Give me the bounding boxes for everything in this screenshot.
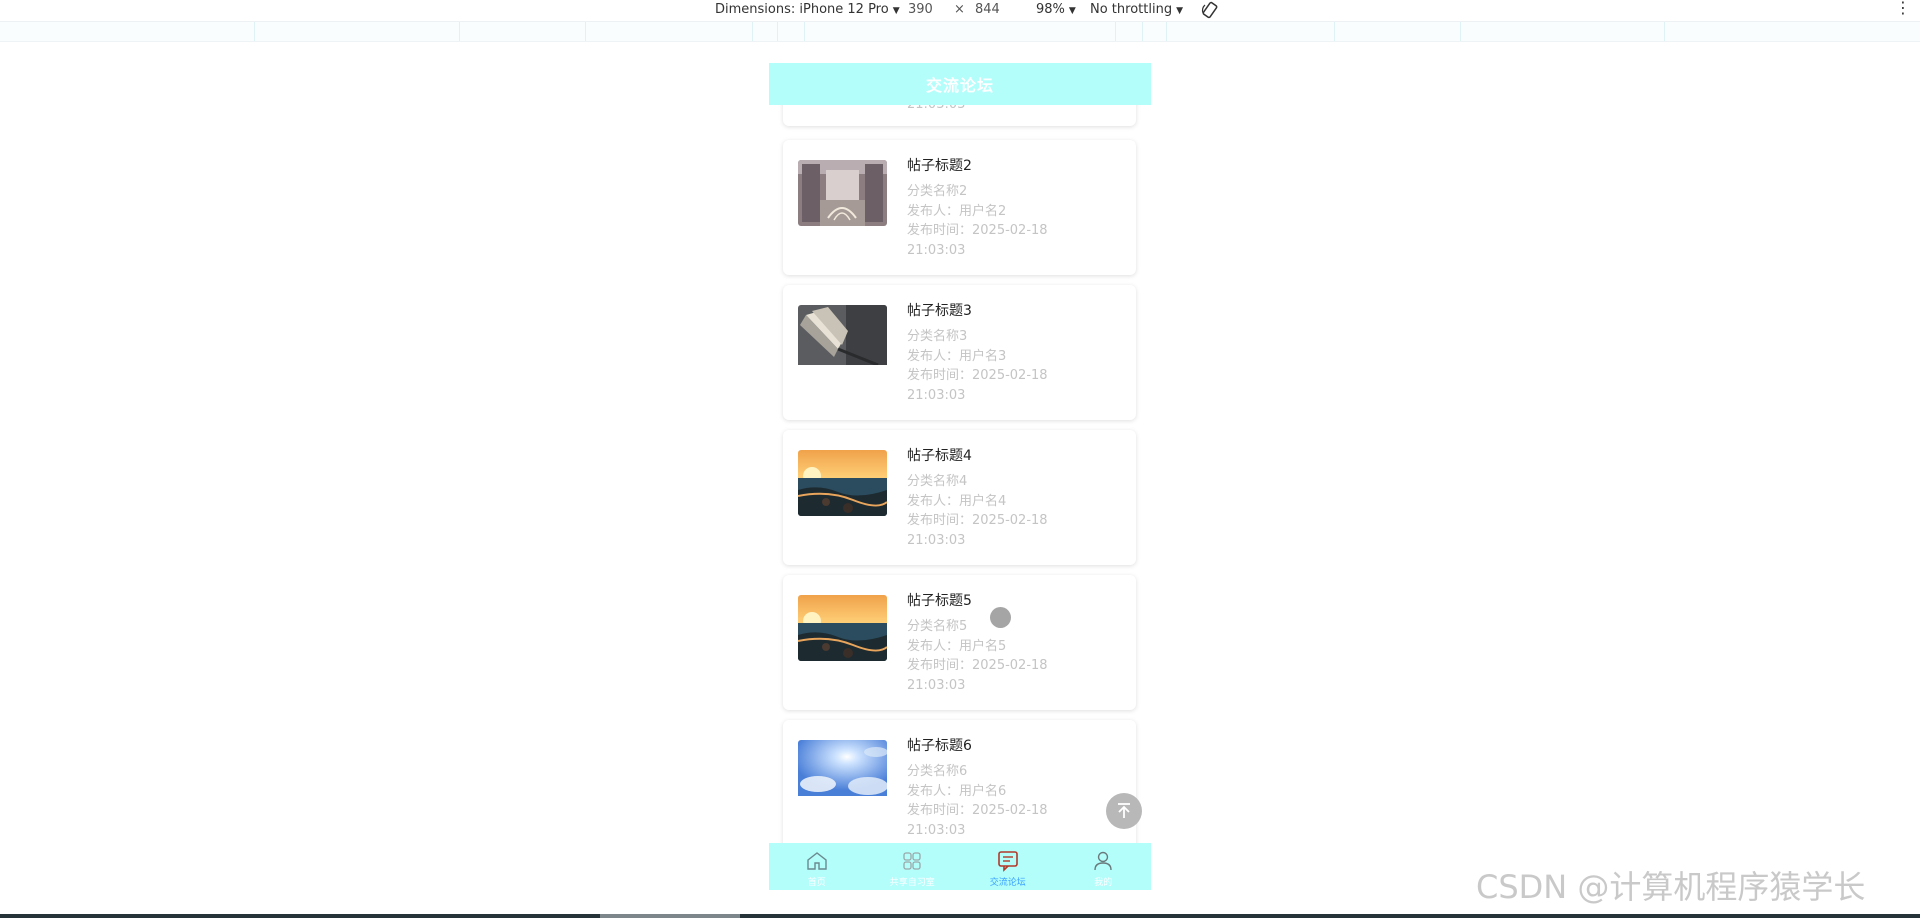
user-icon bbox=[1094, 851, 1112, 871]
zoom-label: 98% bbox=[1036, 2, 1065, 17]
tab-label: 我的 bbox=[1094, 878, 1113, 888]
home-icon bbox=[807, 852, 827, 870]
tab-profile[interactable]: 我的 bbox=[1056, 843, 1152, 890]
tab-label: 交流论坛 bbox=[989, 878, 1026, 888]
ruler-tick bbox=[585, 22, 586, 41]
post-category: 分类名称2 bbox=[907, 184, 968, 199]
touch-cursor-indicator bbox=[990, 607, 1011, 628]
post-title: 帖子标题6 bbox=[907, 738, 972, 754]
post-card[interactable]: 帖子标题5 分类名称5 发布人：用户名5 发布时间：2025-02-18 21:… bbox=[783, 575, 1136, 710]
ruler-tick bbox=[1334, 22, 1335, 41]
post-card[interactable]: 帖子标题4 分类名称4 发布人：用户名4 发布时间：2025-02-18 21:… bbox=[783, 430, 1136, 565]
post-publisher: 发布人：用户名5 bbox=[907, 638, 1007, 654]
ruler-tick bbox=[1166, 22, 1167, 41]
post-card[interactable]: 帖子标题2 分类名称2 发布人：用户名2 发布时间：2025-02-18 21:… bbox=[783, 140, 1136, 275]
tab-label: 首页 bbox=[807, 878, 826, 888]
times-symbol: × bbox=[954, 2, 965, 17]
ruler-tick bbox=[459, 22, 460, 41]
post-category: 分类名称4 bbox=[907, 474, 968, 489]
post-publisher: 发布人：用户名3 bbox=[907, 348, 1007, 364]
csdn-watermark: CSDN @计算机程序猿学长 bbox=[1476, 868, 1866, 906]
post-card[interactable]: 帖子标题6 分类名称6 发布人：用户名6 发布时间：2025-02-18 21:… bbox=[783, 720, 1136, 855]
post-thumbnail bbox=[798, 160, 887, 226]
ruler-tick bbox=[752, 22, 753, 41]
post-category: 分类名称5 bbox=[907, 619, 968, 634]
post-publisher: 发布人：用户名4 bbox=[907, 493, 1007, 509]
dimensions-select[interactable]: Dimensions: iPhone 12 Pro ▼ bbox=[715, 2, 900, 17]
ruler-tick bbox=[1460, 22, 1461, 41]
chat-icon bbox=[997, 851, 1018, 872]
post-time: 发布时间：2025-02-18 bbox=[907, 368, 1048, 384]
phone-viewport: 21:03:03 帖子标题2 分类名称2 发布人：用 bbox=[769, 63, 1151, 890]
post-card[interactable]: 帖子标题3 分类名称3 发布人：用户名3 发布时间：2025-02-18 21:… bbox=[783, 285, 1136, 420]
dimensions-caret-icon: ▼ bbox=[892, 6, 900, 16]
post-title: 帖子标题2 bbox=[907, 158, 972, 174]
taskbar-strip bbox=[0, 914, 1920, 918]
post-thumbnail bbox=[798, 450, 887, 516]
ruler-tick bbox=[1115, 22, 1116, 41]
post-publisher: 发布人：用户名2 bbox=[907, 203, 1007, 219]
devtools-device-toolbar: Dimensions: iPhone 12 Pro ▼ 390 × 844 98%… bbox=[0, 0, 1920, 22]
page-header: 交流论坛 bbox=[769, 63, 1151, 105]
dimensions-label: Dimensions: iPhone 12 Pro bbox=[715, 2, 889, 17]
post-time: 发布时间：2025-02-18 bbox=[907, 513, 1048, 529]
post-time: 发布时间：2025-02-18 bbox=[907, 803, 1048, 819]
bottom-tab-bar: 首页 共享自习室 交流论坛 我的 bbox=[769, 843, 1151, 890]
post-thumbnail bbox=[798, 595, 887, 661]
throttling-select[interactable]: No throttling ▼ bbox=[1090, 2, 1183, 17]
ruler-tick bbox=[804, 22, 805, 41]
page-title: 交流论坛 bbox=[925, 76, 994, 95]
ruler-tick bbox=[777, 22, 778, 41]
tab-home[interactable]: 首页 bbox=[769, 843, 865, 890]
post-time-tail: 21:03:03 bbox=[907, 242, 966, 258]
throttling-caret-icon: ▼ bbox=[1176, 6, 1183, 16]
ruler-tick bbox=[254, 22, 255, 41]
ruler-tick bbox=[1664, 22, 1665, 41]
post-title: 帖子标题5 bbox=[907, 593, 972, 609]
width-input[interactable]: 390 bbox=[908, 2, 933, 17]
post-time-tail: 21:03:03 bbox=[907, 387, 966, 403]
post-list[interactable]: 21:03:03 帖子标题2 分类名称2 发布人：用 bbox=[769, 63, 1151, 890]
post-thumbnail bbox=[798, 740, 887, 806]
post-thumbnail bbox=[798, 305, 887, 371]
post-title: 帖子标题3 bbox=[907, 303, 972, 319]
post-time-tail: 21:03:03 bbox=[907, 822, 966, 838]
post-time-tail: 21:03:03 bbox=[907, 532, 966, 548]
throttling-label: No throttling bbox=[1090, 2, 1173, 17]
post-time: 发布时间：2025-02-18 bbox=[907, 658, 1048, 674]
back-to-top-button[interactable] bbox=[1106, 793, 1142, 829]
post-publisher: 发布人：用户名6 bbox=[907, 783, 1007, 799]
tab-forum[interactable]: 交流论坛 bbox=[960, 843, 1056, 890]
taskbar-highlight bbox=[600, 914, 740, 918]
media-query-ruler bbox=[0, 22, 1920, 42]
tab-study-room[interactable]: 共享自习室 bbox=[865, 843, 961, 890]
ruler-tick bbox=[1142, 22, 1143, 41]
arrow-up-to-line-icon bbox=[1118, 803, 1130, 818]
more-options-icon[interactable]: ⋮ bbox=[1895, 0, 1911, 16]
zoom-caret-icon: ▼ bbox=[1068, 6, 1076, 16]
post-category: 分类名称3 bbox=[907, 329, 968, 344]
post-time-tail: 21:03:03 bbox=[907, 677, 966, 693]
post-title: 帖子标题4 bbox=[907, 448, 972, 464]
rotate-icon[interactable] bbox=[1201, 1, 1219, 19]
post-time: 发布时间：2025-02-18 bbox=[907, 223, 1048, 239]
zoom-select[interactable]: 98% ▼ bbox=[1036, 2, 1076, 17]
tab-label: 共享自习室 bbox=[889, 878, 935, 888]
grid-icon bbox=[903, 852, 921, 870]
post-category: 分类名称6 bbox=[907, 764, 968, 779]
height-input[interactable]: 844 bbox=[975, 2, 1000, 17]
